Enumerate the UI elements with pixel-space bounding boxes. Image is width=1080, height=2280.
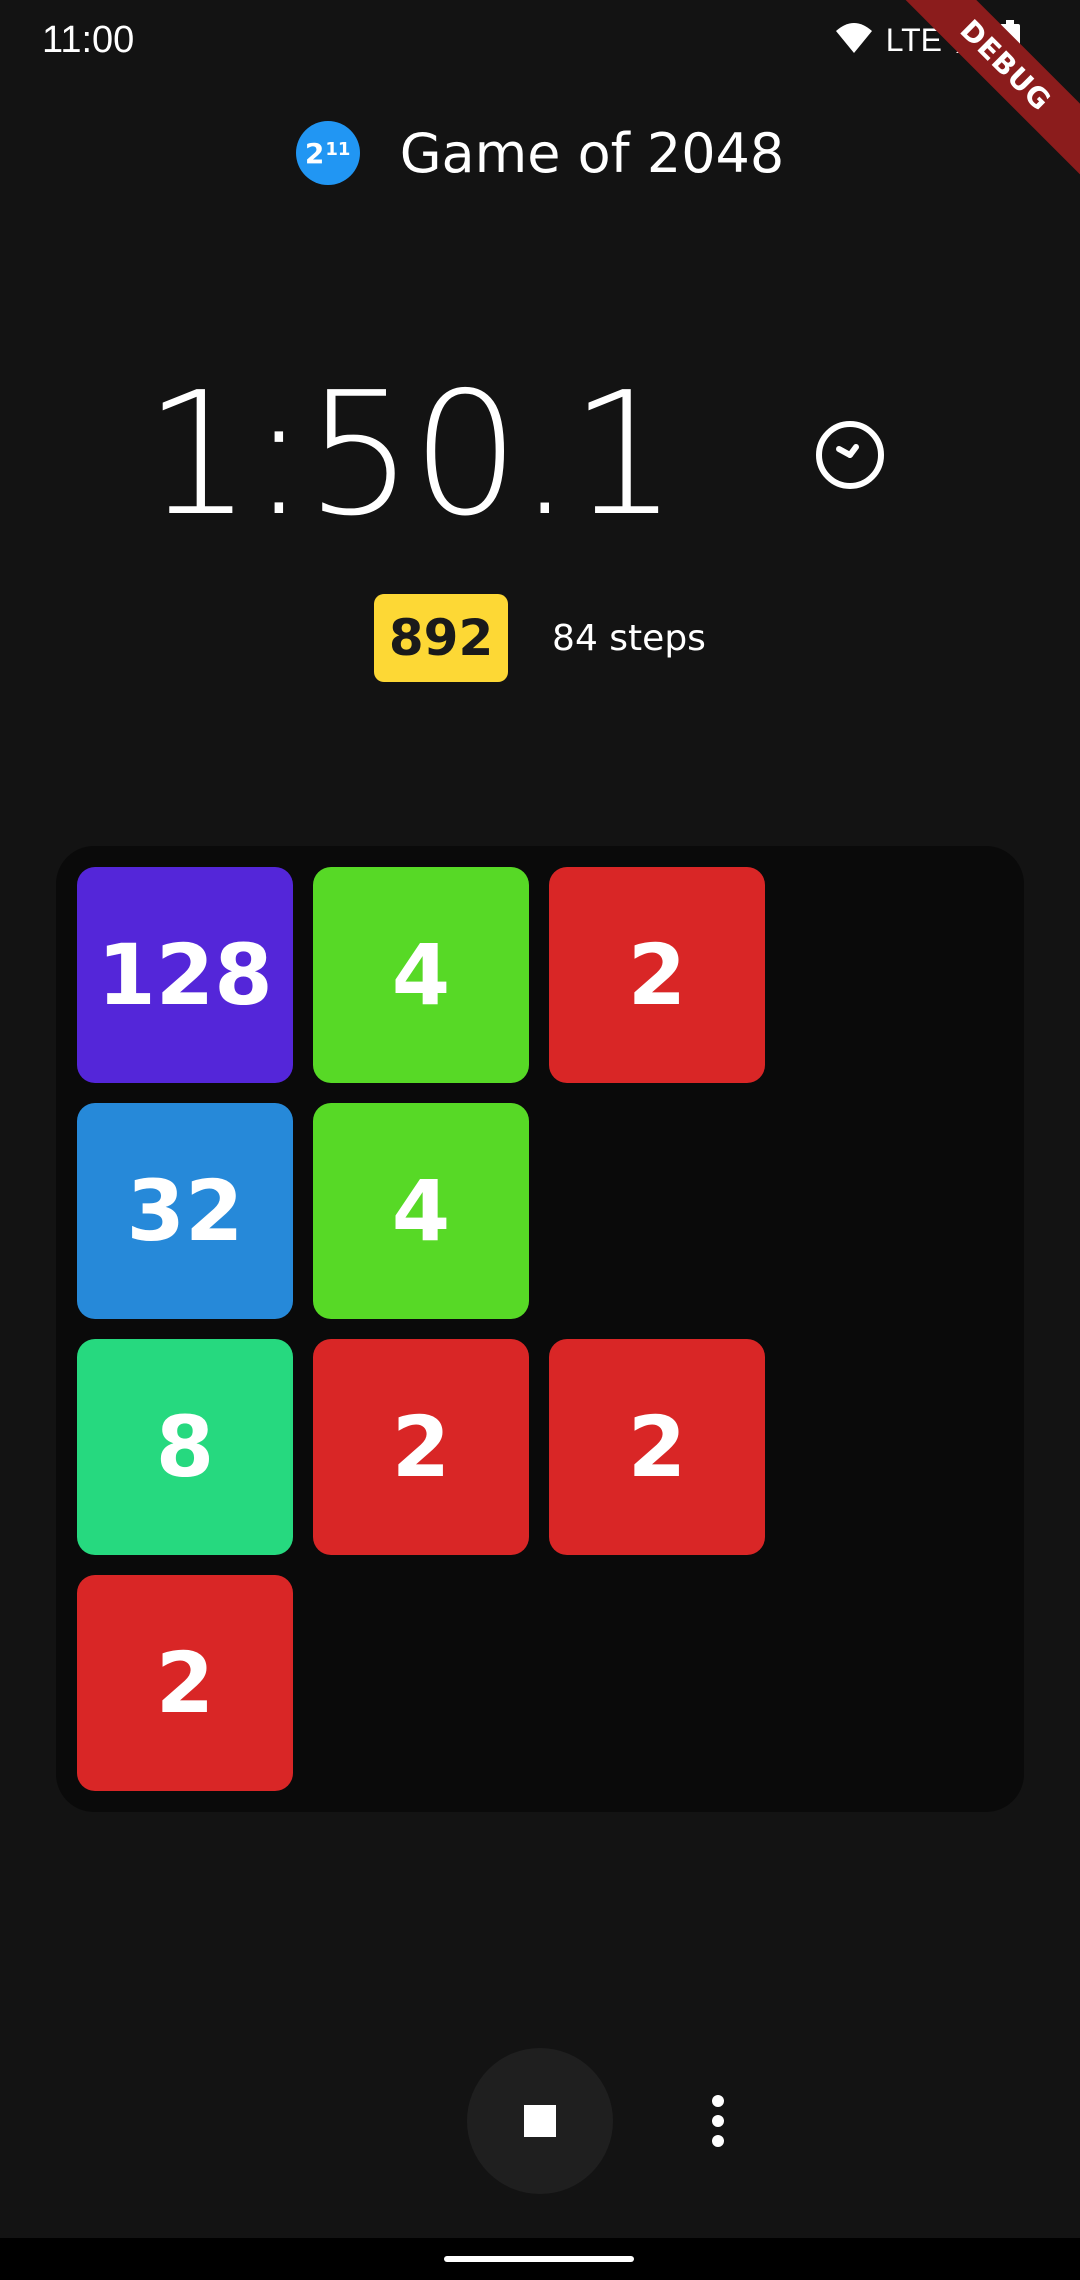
elapsed-timer: 1:50.1 (144, 356, 678, 554)
more-menu-button[interactable] (692, 2076, 744, 2166)
status-time: 11:00 (42, 19, 135, 61)
menu-dot (712, 2135, 724, 2147)
tile-2: 2 (77, 1575, 293, 1791)
score-badge: 892 (374, 594, 509, 682)
tile-4: 4 (313, 1103, 529, 1319)
game-board[interactable]: 128 4 2 32 4 8 2 2 2 (56, 846, 1024, 1812)
app-screen: 11:00 LTE DEBUG 2 11 Game of 2048 1:50.1 … (0, 0, 1080, 2280)
clock-icon (815, 420, 885, 490)
menu-dot (712, 2115, 724, 2127)
home-gesture-bar[interactable] (444, 2256, 634, 2262)
tile-2: 2 (313, 1339, 529, 1555)
tile-4: 4 (313, 867, 529, 1083)
stop-button[interactable] (467, 2048, 613, 2194)
stop-icon (524, 2105, 556, 2137)
steps-counter: 84 steps (552, 617, 706, 659)
page-title: Game of 2048 (399, 121, 785, 185)
score-row: 892 84 steps (0, 594, 1080, 682)
menu-dot (712, 2095, 724, 2107)
tile-2: 2 (549, 1339, 765, 1555)
tile-2: 2 (549, 867, 765, 1083)
tile-32: 32 (77, 1103, 293, 1319)
tile-128: 128 (77, 867, 293, 1083)
logo-exponent: 11 (325, 138, 351, 160)
tile-8: 8 (77, 1339, 293, 1555)
logo-base: 2 (304, 136, 325, 170)
app-logo: 2 11 (295, 121, 360, 185)
wifi-icon (834, 21, 874, 59)
app-header: 2 11 Game of 2048 (0, 118, 1080, 188)
